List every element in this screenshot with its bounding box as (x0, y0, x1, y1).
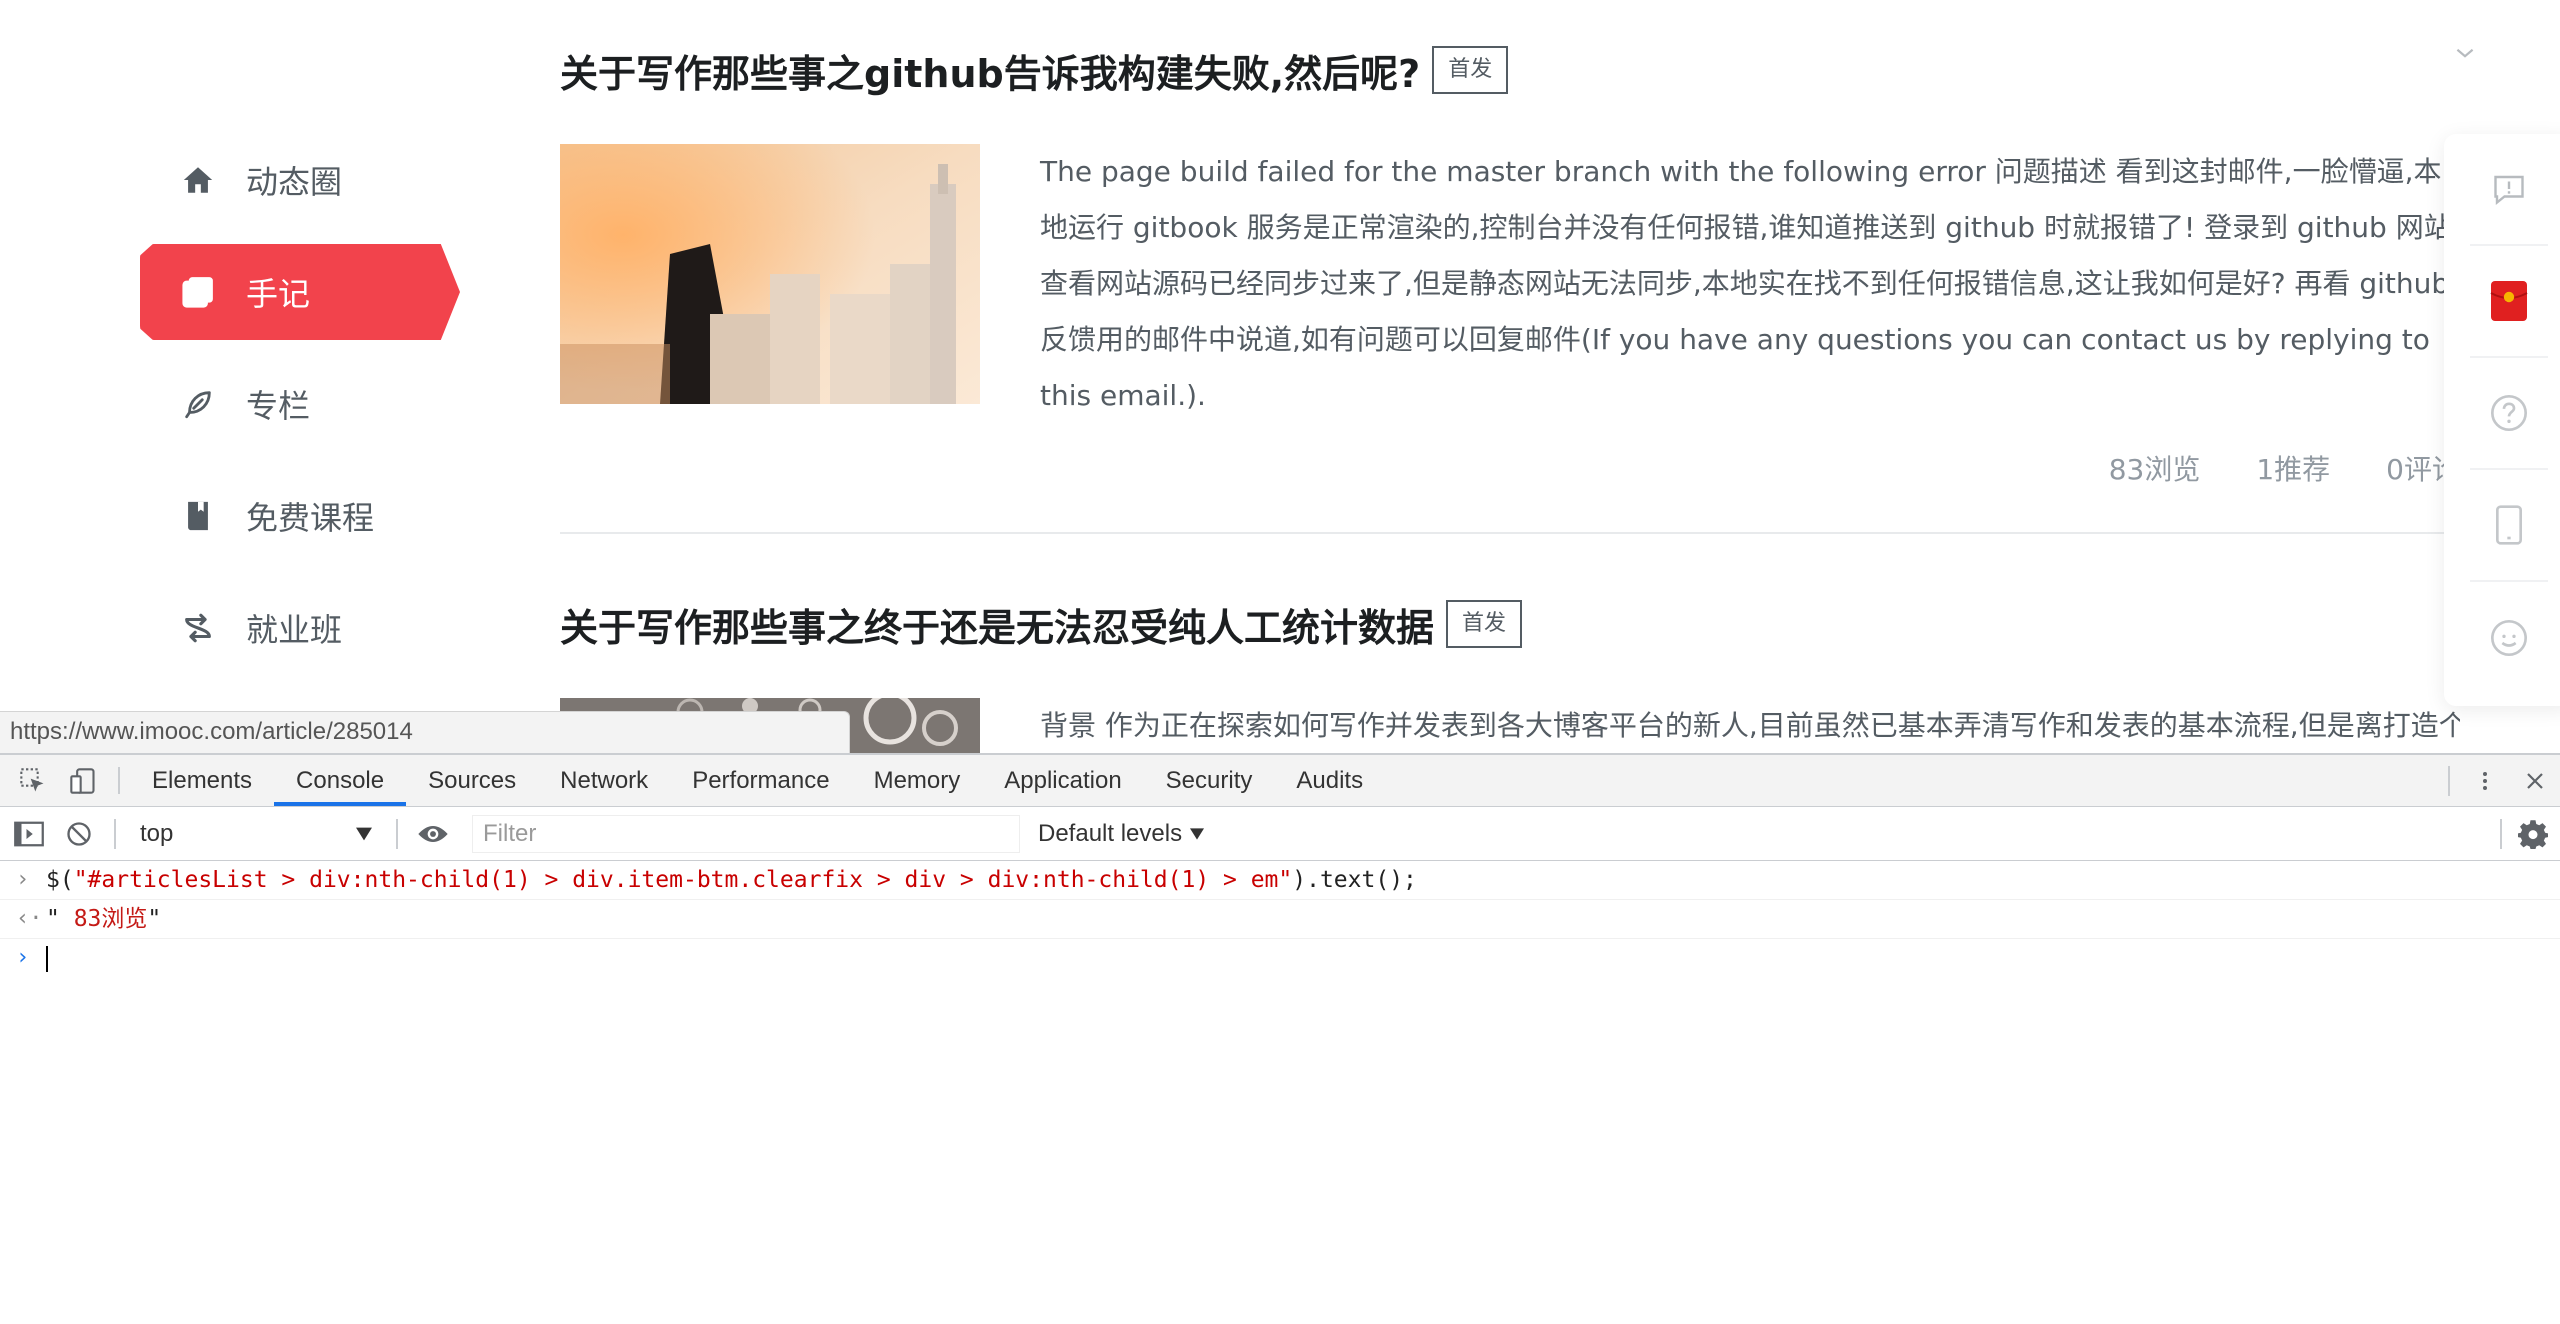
close-devtools-button[interactable] (2510, 769, 2560, 793)
tab-audits[interactable]: Audits (1274, 755, 1385, 806)
prompt-chevron-icon: › (16, 945, 30, 970)
toolbar-separator (396, 818, 398, 849)
dropdown-arrow-icon (1190, 827, 1205, 840)
log-levels-label: Default levels (1038, 819, 1183, 847)
tab-network[interactable]: Network (538, 755, 670, 806)
tab-elements[interactable]: Elements (130, 755, 274, 806)
tab-sources[interactable]: Sources (406, 755, 538, 806)
tab-security[interactable]: Security (1144, 755, 1275, 806)
nav-item-label: 就业班 (246, 611, 343, 649)
first-publish-badge: 首发 (1432, 46, 1509, 94)
article-title[interactable]: 关于写作那些事之终于还是无法忍受纯人工统计数据 首发 (560, 594, 2460, 654)
more-options-button[interactable] (2460, 767, 2510, 795)
chat-icon (2491, 620, 2527, 656)
execution-context-select[interactable]: top (126, 814, 386, 854)
text-caret (46, 945, 48, 972)
chat-button[interactable] (2470, 582, 2548, 694)
input-prompt-icon: › (16, 867, 30, 892)
first-publish-badge: 首发 (1446, 600, 1523, 648)
red-packet-button[interactable] (2470, 246, 2548, 358)
command-suffix: ).text(); (1292, 867, 1417, 893)
article-divider (560, 532, 2460, 534)
console-command-line[interactable]: › $("#articlesList > div:nth-child(1) > d… (0, 861, 2560, 900)
article-stats: 83浏览 1推荐 0评论 (2109, 448, 2460, 488)
inspect-element-button[interactable] (8, 755, 58, 806)
devtools-panel: Elements Console Sources Network Perform… (0, 753, 2560, 1324)
console-prompt[interactable]: › (0, 939, 2560, 977)
device-toolbar-button[interactable] (58, 755, 108, 806)
console-result-line[interactable]: ‹· " 83浏览" (0, 900, 2560, 939)
toolbar-separator (118, 767, 120, 794)
home-icon (180, 162, 216, 198)
article-description[interactable]: The page build failed for the master bra… (1040, 144, 2460, 424)
device-icon (70, 767, 95, 794)
command-prefix: $( (46, 867, 74, 893)
mobile-icon (2496, 505, 2522, 545)
sidebar-toggle-icon (14, 821, 44, 846)
devtools-tabbar: Elements Console Sources Network Perform… (0, 755, 2560, 807)
devtools-window-controls (2438, 755, 2560, 807)
dropdown-arrow-icon (356, 827, 372, 840)
tab-console[interactable]: Console (274, 755, 407, 806)
nav-item-label: 免费课程 (246, 499, 375, 537)
tab-performance[interactable]: Performance (670, 755, 851, 806)
result-quote-open: " (46, 906, 74, 932)
clear-console-icon (67, 821, 91, 846)
mobile-button[interactable] (2470, 470, 2548, 582)
show-sidebar-button[interactable] (4, 820, 54, 848)
link-status-url: https://www.imooc.com/article/285014 (0, 711, 850, 753)
command-selector-string: "#articlesList > div:nth-child(1) > div.… (73, 867, 1293, 893)
feedback-button[interactable] (2470, 134, 2548, 246)
side-nav: 动态圈 手记 专栏 免费课程 就业班 (140, 132, 460, 692)
feather-icon (180, 386, 216, 422)
clear-console-button[interactable] (54, 820, 104, 848)
live-expression-button[interactable] (408, 822, 458, 846)
nav-item-notes[interactable]: 手记 (140, 244, 460, 340)
tab-application[interactable]: Application (982, 755, 1143, 806)
log-levels-select[interactable]: Default levels (1038, 819, 1205, 848)
article-thumbnail[interactable] (560, 144, 980, 404)
nav-item-label: 动态圈 (246, 163, 343, 201)
article-card[interactable]: 关于写作那些事之github告诉我构建失败,然后呢? 首发 The page b… (560, 40, 2460, 540)
console-settings-button[interactable] (2518, 819, 2548, 854)
console-toolbar: top Filter Default levels (0, 807, 2560, 861)
close-icon (2527, 773, 2543, 789)
recommend-count: 1推荐 (2256, 453, 2331, 486)
more-vertical-icon (2483, 772, 2487, 790)
nav-item-free-courses[interactable]: 免费课程 (140, 468, 460, 564)
tab-memory[interactable]: Memory (852, 755, 983, 806)
help-button[interactable] (2470, 358, 2548, 470)
route-icon (180, 610, 216, 646)
result-arrow-icon: ‹· (16, 906, 43, 931)
nav-item-label: 手记 (246, 275, 311, 313)
context-value: top (140, 819, 174, 847)
article-title[interactable]: 关于写作那些事之github告诉我构建失败,然后呢? 首发 (560, 40, 2460, 100)
toolbar-separator (2500, 819, 2502, 849)
eye-icon (418, 825, 448, 842)
nav-item-employment[interactable]: 就业班 (140, 580, 460, 676)
article-title-text[interactable]: 关于写作那些事之终于还是无法忍受纯人工统计数据 (560, 597, 1434, 652)
toolbar-separator (114, 818, 116, 849)
nav-item-dynamic[interactable]: 动态圈 (140, 132, 460, 228)
book-icon (180, 498, 216, 534)
page-viewport: 动态圈 手记 专栏 免费课程 就业班 关于写作那些事之github告诉我构建失败… (0, 0, 2560, 753)
filter-input[interactable]: Filter (472, 814, 1020, 853)
nav-item-label: 专栏 (246, 387, 311, 425)
views-count: 83浏览 (2108, 453, 2201, 486)
gear-icon (2518, 820, 2548, 849)
nav-item-column[interactable]: 专栏 (140, 356, 460, 452)
result-text: 83浏览 (73, 906, 148, 932)
notes-icon (180, 274, 216, 310)
article-description[interactable]: 背景 作为正在探索如何写作并发表到各大博客平台的新人,目前虽然已基本弄清写作和发… (1040, 698, 2460, 753)
result-quote-close: " (147, 906, 162, 932)
feedback-icon (2494, 175, 2524, 205)
floating-toolbar (2444, 134, 2560, 706)
article-title-text[interactable]: 关于写作那些事之github告诉我构建失败,然后呢? (560, 43, 1420, 98)
red-packet-icon (2490, 281, 2528, 321)
inspect-icon (20, 767, 44, 791)
toolbar-separator (2448, 766, 2450, 796)
help-icon (2491, 395, 2527, 431)
console-output: › $("#articlesList > div:nth-child(1) > d… (0, 861, 2560, 977)
